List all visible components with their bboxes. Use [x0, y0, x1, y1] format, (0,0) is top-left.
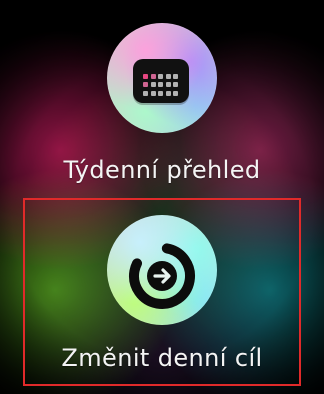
calendar-dot	[150, 90, 156, 96]
calendar-dot	[143, 82, 148, 88]
calendar-dot	[158, 74, 164, 79]
calendar-dot	[143, 74, 148, 79]
calendar-dot	[150, 74, 156, 79]
calendar-dot	[158, 82, 164, 88]
calendar-dot	[173, 90, 179, 96]
calendar-dot	[150, 82, 156, 88]
calendar-dot	[158, 90, 164, 96]
calendar-dot	[143, 90, 148, 96]
calendar-dot	[173, 74, 179, 79]
calendar-dot	[173, 82, 179, 88]
circular-arrow-icon	[129, 243, 195, 309]
calendar-grid-dots	[143, 74, 179, 96]
change-daily-goal-label: Změnit denní cíl	[61, 344, 263, 372]
calendar-grid-icon	[133, 59, 189, 103]
calendar-dot	[165, 74, 171, 79]
weekly-summary-label: Týdenní přehled	[63, 156, 261, 184]
calendar-dot	[165, 82, 171, 88]
calendar-dot	[165, 90, 171, 96]
